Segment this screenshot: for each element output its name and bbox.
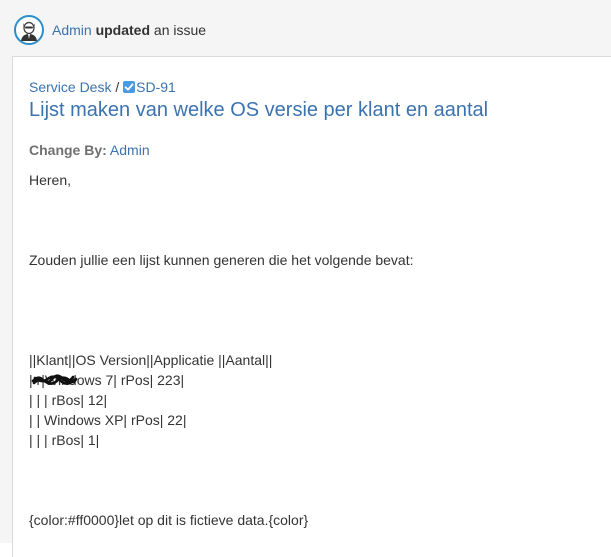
redaction-scribble [31, 374, 78, 385]
actor-link[interactable]: Admin [52, 22, 92, 38]
issue-summary-link[interactable]: Lijst maken van welke OS versie per klan… [29, 99, 488, 122]
admin-avatar-icon[interactable] [14, 15, 44, 45]
description-request: Zouden jullie een lijst kunnen generen d… [29, 252, 414, 268]
issue-key-link[interactable]: SD-91 [136, 79, 176, 95]
activity-header: Admin updated an issue [0, 0, 611, 56]
activity-card [12, 56, 611, 557]
breadcrumb: Service Desk / SD-91 [29, 79, 176, 95]
description-greeting: Heren, [29, 172, 72, 188]
breadcrumb-separator: / [115, 79, 120, 95]
change-by: Change By: Admin [29, 142, 150, 158]
change-by-label: Change By: [29, 142, 107, 158]
project-link[interactable]: Service Desk [29, 79, 111, 95]
task-checkbox-icon [123, 81, 136, 93]
activity-summary: Admin updated an issue [52, 22, 206, 38]
activity-verb: updated [95, 22, 151, 38]
table-header-line: ||Klant||OS Version||Applicatie ||Aantal… [29, 352, 273, 368]
activity-object: an issue [153, 22, 207, 38]
table-row-line: | | Windows XP| rPos| 22| [29, 412, 187, 428]
change-by-user-link[interactable]: Admin [110, 142, 150, 158]
activity-stream: Admin updated an issue Service Desk / SD… [0, 0, 611, 557]
table-row-line: | | | rBos| 1| [29, 432, 100, 448]
table-row-line: | | | rBos| 12| [29, 392, 108, 408]
description-note: {color:#ff0000}let op dit is fictieve da… [29, 512, 309, 528]
